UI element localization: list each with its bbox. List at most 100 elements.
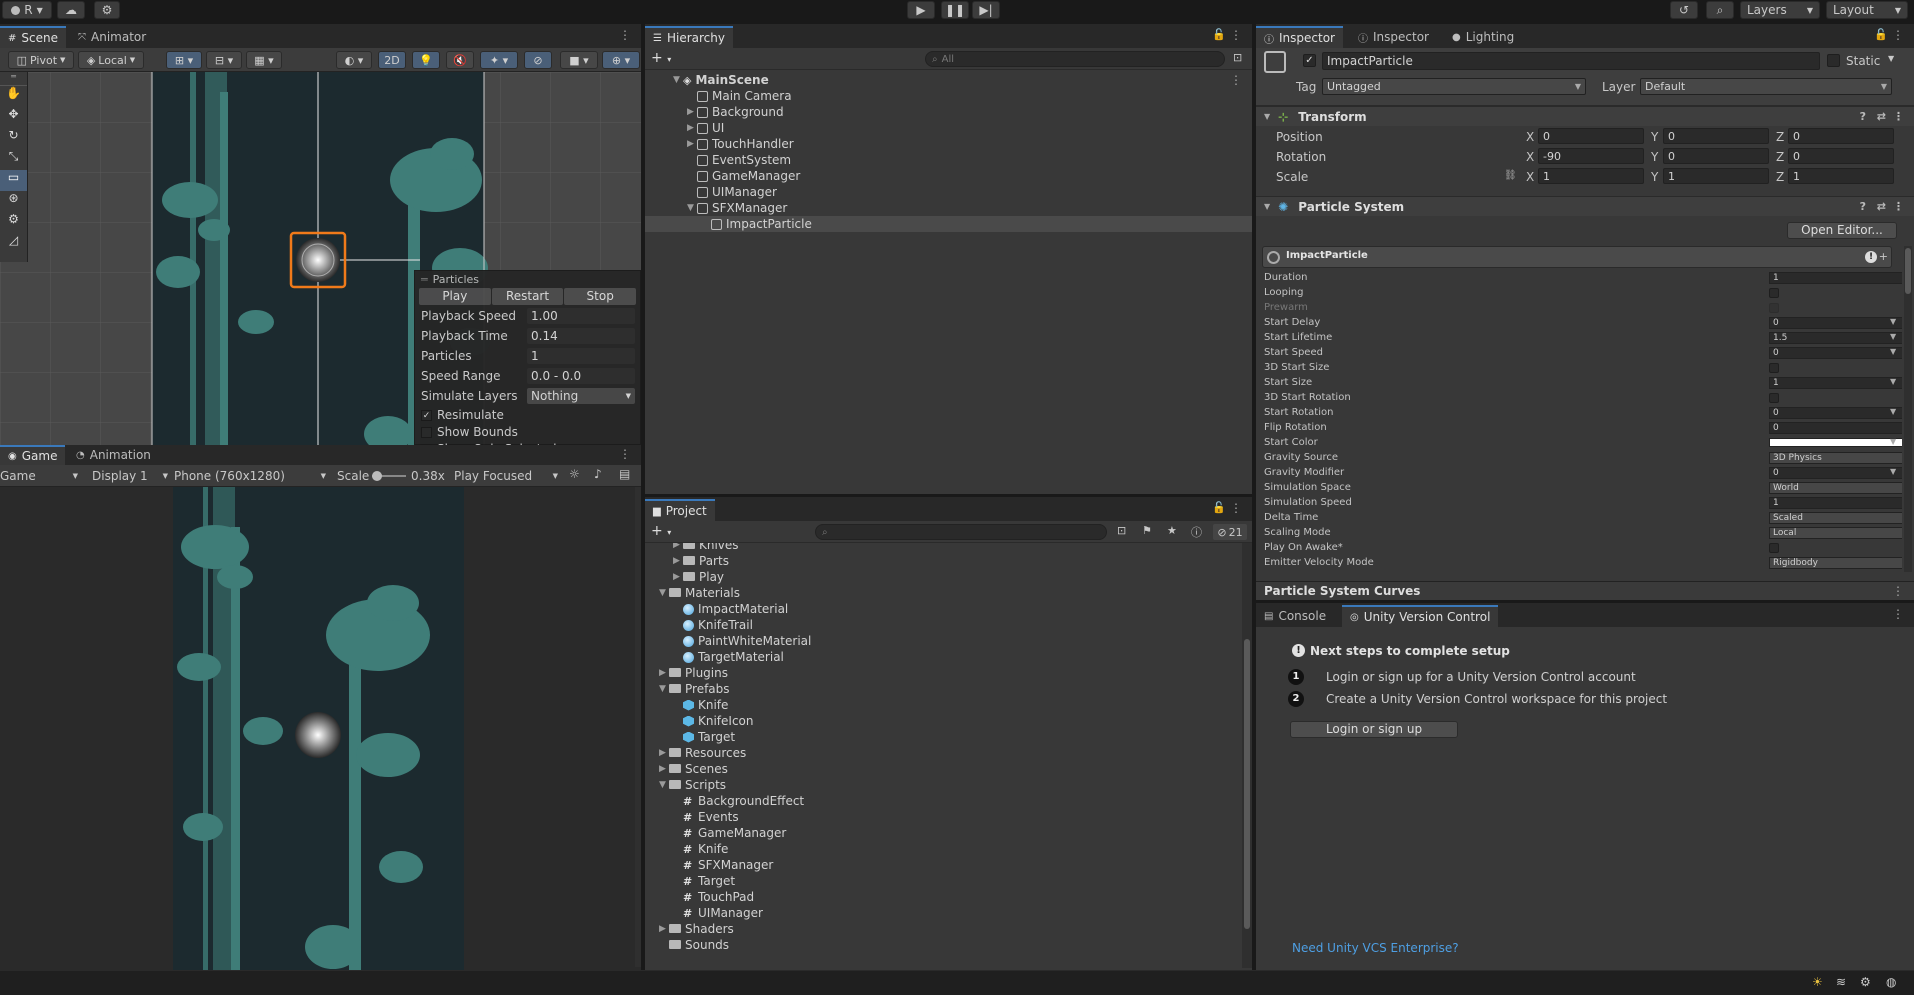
tab-version-control[interactable]: ◎ Unity Version Control [1342,605,1499,627]
particles-option-row[interactable]: ✓ Resimulate [421,407,504,423]
chevron-right-icon[interactable]: ▶ [673,543,683,550]
transform-position-z-field[interactable]: 0 [1788,128,1894,144]
chevron-down-icon[interactable]: ▼ [687,203,697,213]
simulate-layers-dropdown[interactable]: Nothing ▼ [527,388,635,404]
hand-tool-icon[interactable]: ✋ [0,86,27,107]
particle-property-field[interactable]: 1.5 [1769,332,1902,344]
hierarchy-item[interactable]: EventSystem [645,152,1252,168]
chevron-right-icon[interactable]: ▶ [659,668,669,678]
transform-header[interactable]: ▼ ⊹ Transform ? ⇄ ⋮ [1256,106,1914,126]
gizmos-dropdown[interactable]: ⊕ ▾ [602,51,640,69]
audio-toggle[interactable]: 🔇 [446,51,474,69]
tab-console[interactable]: ▤ Console [1256,605,1334,627]
link-icon[interactable]: ⛓ [1504,170,1517,181]
chevron-right-icon[interactable]: ▶ [673,572,683,582]
pivot-dropdown[interactable]: ◫ Pivot ▼ [8,51,74,69]
project-folder[interactable]: ▶ Knives [645,543,1240,553]
particle-property-field[interactable]: 0 [1769,347,1902,359]
search-by-type-icon[interactable]: ⊡ [1117,524,1126,537]
project-folder[interactable]: ▶ Plugins [645,665,1240,681]
tab-lighting[interactable]: ● Lighting [1444,26,1522,48]
speaker-icon[interactable]: ♪ [594,467,602,481]
more-options-icon[interactable]: ⋮ [619,28,631,42]
particle-property-field[interactable]: 0 [1769,422,1902,434]
particle-module-header[interactable]: ImpactParticle ! + [1262,246,1892,268]
particle-property-field[interactable]: 1 [1769,272,1902,284]
project-asset[interactable]: KnifeTrail [645,617,1240,633]
particle-property-dropdown[interactable]: Scaled▼ [1769,512,1902,524]
particles-option-row[interactable]: Show Bounds [421,424,518,440]
scale-slider[interactable] [372,471,406,481]
project-asset[interactable]: TargetMaterial [645,649,1240,665]
tab-hierarchy[interactable]: ☰ Hierarchy [645,26,733,48]
grid-visibility-button[interactable]: ▦ ▾ [246,51,282,69]
particle-property-checkbox[interactable] [1769,543,1779,553]
hierarchy-item[interactable]: ▶ TouchHandler [645,136,1252,152]
chevron-right-icon[interactable]: ▶ [687,139,697,149]
particle-property-checkbox[interactable] [1769,363,1779,373]
add-button[interactable]: + ▾ [651,50,671,66]
help-icon[interactable]: ? [1860,200,1866,213]
project-asset[interactable]: # Knife [645,841,1240,857]
presets-icon[interactable]: ⇄ [1877,110,1886,123]
layout-dropdown[interactable]: Layout ▼ [1826,1,1908,19]
transform-scale-x-field[interactable]: 1 [1538,168,1644,184]
help-icon[interactable]: ? [1860,110,1866,123]
lighting-toggle[interactable]: 💡 [412,51,440,69]
gameobject-icon[interactable] [1264,51,1286,73]
local-dropdown[interactable]: ◈ Local ▼ [78,51,144,69]
hidden-packages-toggle[interactable]: ⊘ 21 [1213,524,1247,540]
chevron-down-icon[interactable]: ▼ [659,684,669,694]
chevron-down-icon[interactable]: ▼ [1890,377,1896,386]
project-asset[interactable]: Target [645,729,1240,745]
particle-property-field[interactable]: 0 [1769,467,1902,479]
project-asset[interactable]: # Target [645,873,1240,889]
open-editor-button[interactable]: Open Editor... [1787,222,1897,239]
chevron-down-icon[interactable]: ▼ [1888,54,1894,63]
lock-icon[interactable]: 🔓 [1212,28,1226,41]
project-asset[interactable]: ImpactMaterial [645,601,1240,617]
project-asset[interactable]: # BackgroundEffect [645,793,1240,809]
play-focused-dropdown[interactable]: Play Focused ▼ [454,467,558,485]
chevron-down-icon[interactable]: ▼ [1890,407,1896,416]
search-button[interactable]: ⌕ [1706,1,1734,19]
chevron-down-icon[interactable]: ▼ [1890,347,1896,356]
chevron-down-icon[interactable]: ▼ [673,75,683,85]
more-options-icon[interactable]: ⋮ [1230,28,1242,42]
add-module-icon[interactable]: + [1879,250,1888,263]
particles-play-button[interactable]: Play [419,288,491,305]
undo-history-button[interactable]: ↺ [1670,1,1698,19]
hierarchy-item[interactable]: GameManager [645,168,1252,184]
hierarchy-item[interactable]: ▼ ◈ MainScene ⋮ [645,72,1252,88]
transform-rotation-z-field[interactable]: 0 [1788,148,1894,164]
hierarchy-item[interactable]: ▶ Background [645,104,1252,120]
move-tool-icon[interactable]: ✥ [0,107,27,128]
project-asset[interactable]: # SFXManager [645,857,1240,873]
transform-rotation-y-field[interactable]: 0 [1663,148,1769,164]
login-button[interactable]: Login or sign up [1290,721,1458,738]
transform-position-x-field[interactable]: 0 [1538,128,1644,144]
more-options-icon[interactable]: ⋮ [619,447,631,461]
project-asset[interactable]: # UIManager [645,905,1240,921]
project-scroll-thumb[interactable] [1244,639,1250,929]
chevron-right-icon[interactable]: ▶ [659,764,669,774]
progress-icon[interactable]: ⚙ [1860,975,1871,989]
particle-property-dropdown[interactable]: World▼ [1769,482,1902,494]
more-options-icon[interactable]: ⋮ [1892,28,1904,42]
chevron-right-icon[interactable]: ▶ [659,924,669,934]
particle-property-dropdown[interactable]: 3D Physics▼ [1769,452,1902,464]
account-dropdown[interactable]: R ▼ [2,1,52,19]
hierarchy-item[interactable]: ImpactParticle [645,216,1252,232]
presets-icon[interactable]: ⇄ [1877,200,1886,213]
transform-scale-z-field[interactable]: 1 [1788,168,1894,184]
particle-property-dropdown[interactable]: Rigidbody▼ [1769,557,1902,569]
start-color-swatch[interactable] [1769,438,1902,447]
layers-dropdown[interactable]: Layers ▼ [1740,1,1820,19]
chevron-down-icon[interactable]: ▼ [1890,437,1896,446]
more-options-icon[interactable]: ⋮ [1893,110,1904,123]
chevron-down-icon[interactable]: ▼ [1890,317,1896,326]
hierarchy-item[interactable]: ▼ SFXManager [645,200,1252,216]
game-view[interactable] [173,487,464,970]
checkbox[interactable]: ✓ [421,409,432,421]
warning-icon[interactable]: ! [1865,251,1877,263]
